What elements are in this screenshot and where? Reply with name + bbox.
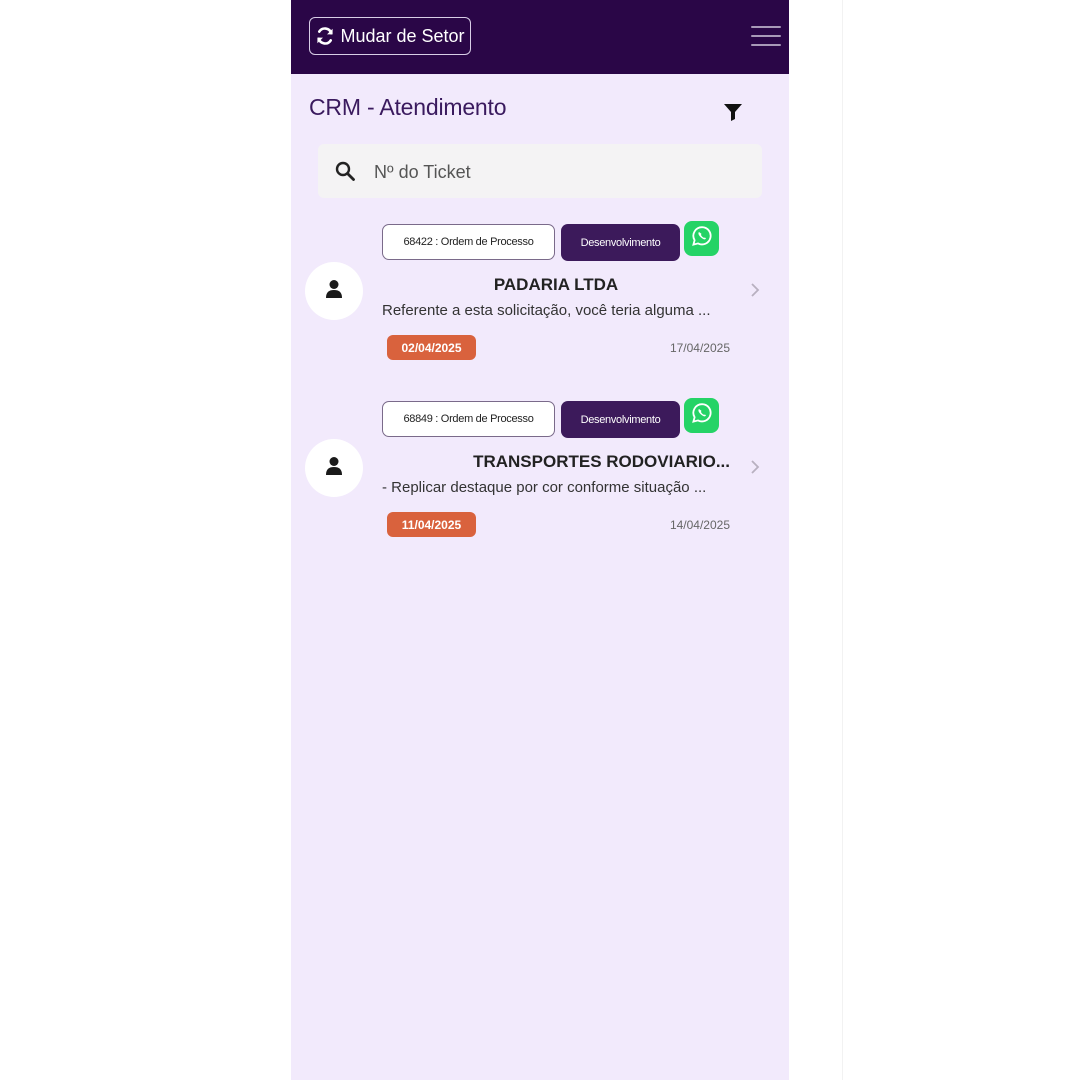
top-bar: Mudar de Setor bbox=[291, 0, 789, 74]
chevron-right-icon bbox=[749, 459, 761, 475]
filter-icon[interactable] bbox=[723, 102, 743, 122]
chevron-right-icon bbox=[749, 282, 761, 298]
hamburger-icon[interactable] bbox=[751, 24, 781, 48]
change-sector-label: Mudar de Setor bbox=[340, 25, 465, 46]
page-title: CRM - Atendimento bbox=[309, 94, 507, 120]
ticket-card[interactable]: 68849 : Ordem de Processo Desenvolviment… bbox=[291, 398, 789, 551]
whatsapp-button[interactable] bbox=[684, 398, 719, 433]
user-icon bbox=[325, 456, 343, 481]
app-screen: Mudar de Setor CRM - Atendimento Nº do T… bbox=[291, 0, 789, 1080]
whatsapp-icon bbox=[691, 225, 713, 252]
divider bbox=[842, 0, 843, 1080]
ticket-description: Referente a esta solicitação, você teria… bbox=[382, 302, 711, 319]
client-name: TRANSPORTES RODOVIARIO... bbox=[473, 452, 730, 471]
date-badge: 02/04/2025 bbox=[387, 335, 476, 360]
whatsapp-button[interactable] bbox=[684, 221, 719, 256]
ticket-date: 17/04/2025 bbox=[669, 341, 730, 355]
ticket-date: 14/04/2025 bbox=[669, 518, 730, 532]
ticket-search-input[interactable] bbox=[374, 157, 744, 187]
ticket-card[interactable]: 68422 : Ordem de Processo Desenvolviment… bbox=[291, 221, 789, 374]
avatar bbox=[305, 439, 363, 497]
change-sector-button[interactable]: Mudar de Setor bbox=[309, 17, 471, 55]
ticket-number-tag: 68422 : Ordem de Processo bbox=[382, 224, 555, 260]
avatar bbox=[305, 262, 363, 320]
date-badge: 11/04/2025 bbox=[387, 512, 476, 537]
whatsapp-icon bbox=[691, 402, 713, 429]
refresh-icon bbox=[315, 26, 335, 46]
search-bar bbox=[318, 144, 762, 198]
user-icon bbox=[325, 279, 343, 304]
client-name: PADARIA LTDA bbox=[493, 275, 619, 294]
ticket-number-tag: 68849 : Ordem de Processo bbox=[382, 401, 555, 437]
search-icon bbox=[335, 161, 355, 181]
sector-tag: Desenvolvimento bbox=[561, 224, 680, 261]
sector-tag: Desenvolvimento bbox=[561, 401, 680, 438]
ticket-description: - Replicar destaque por cor conforme sit… bbox=[382, 479, 707, 496]
